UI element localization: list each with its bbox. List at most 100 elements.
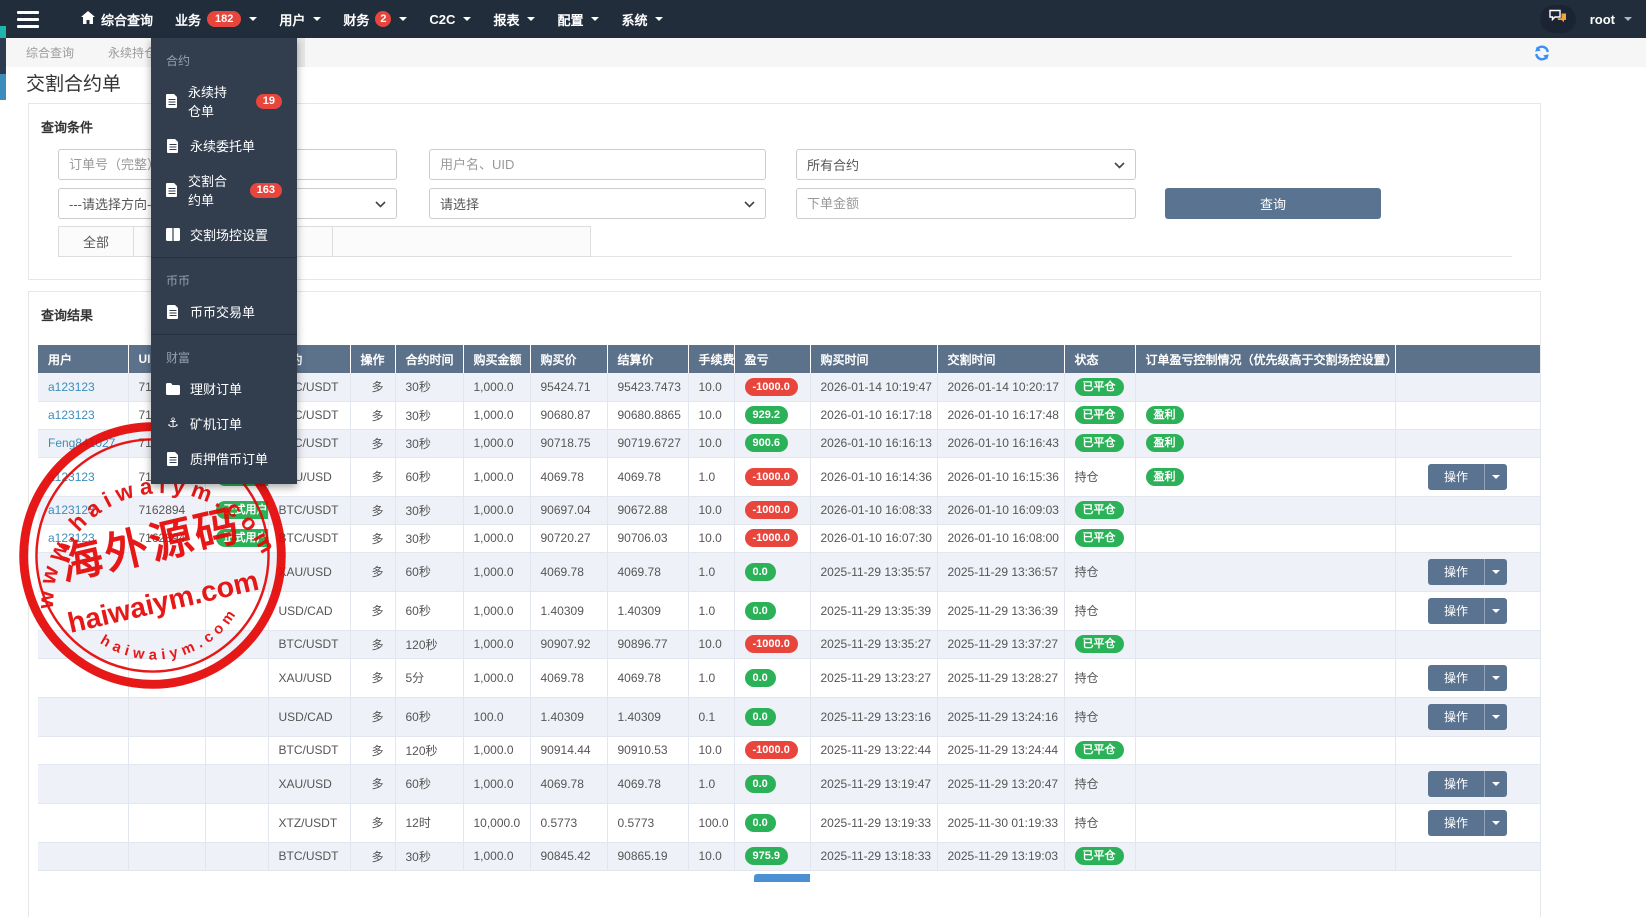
menu-item-交割场控设置[interactable]: 交割场控设置 [151,217,297,252]
cell-ops [1395,496,1540,524]
cell-pair: BTC/USDT [268,736,350,764]
user-link[interactable]: a123123 [48,503,95,517]
row-action-button[interactable]: 操作 [1428,665,1507,691]
cell-status: 持仓 [1064,591,1135,630]
chevron-down-icon[interactable] [1484,771,1507,797]
cell-period: 60秒 [395,457,463,496]
menu-item-理财订单[interactable]: 理财订单 [151,371,297,406]
cell-dir: 多 [350,457,395,496]
cell-amount: 1,000.0 [463,429,530,457]
cell-buy_time: 2026-01-10 16:08:33 [810,496,937,524]
cell-user [38,552,128,591]
row-action-label: 操作 [1428,464,1484,490]
user-link[interactable]: a123123 [48,531,95,545]
menu-item-币币交易单[interactable]: 币币交易单 [151,294,297,329]
cell-ops [1395,373,1540,401]
cell-fee: 10.0 [688,373,734,401]
cell-settle_time: 2026-01-10 16:16:43 [937,429,1064,457]
cell-period [395,870,463,917]
nav-item-系统[interactable]: 系统 [610,0,674,38]
cell-uid [128,658,205,697]
chevron-down-icon[interactable] [1484,704,1507,730]
menu-item-永续委托单[interactable]: 永续委托单 [151,128,297,163]
nav-item-C2C[interactable]: C2C [418,0,482,38]
chevron-down-icon[interactable] [1484,810,1507,836]
contract-select[interactable]: 所有合约 [796,149,1136,180]
nav-item-财务[interactable]: 财务2 [332,0,418,38]
cell-buy_time: 2026-01-14 10:19:47 [810,373,937,401]
file-icon [166,139,180,153]
menu-item-label: 永续委托单 [190,136,255,155]
cell-status: 已平仓 [1064,429,1135,457]
cell-buy: 90845.42 [530,842,607,870]
nav-item-综合查询[interactable]: 综合查询 [70,0,164,38]
cell-status: 已平仓 [1064,524,1135,552]
refresh-icon[interactable] [1533,44,1551,62]
cell-uid [128,764,205,803]
user-menu[interactable]: root [1590,12,1632,27]
nav-item-业务[interactable]: 业务182 [164,0,268,38]
cell-settle: 4069.78 [607,552,688,591]
breadcrumb-tab-综合查询[interactable]: 综合查询 [26,38,74,67]
user-input[interactable] [429,149,766,180]
pnl-badge: -1000.0 [745,635,798,653]
cell-pair: USD/CAD [268,697,350,736]
cell-dir: 多 [350,401,395,429]
pnl-control-badge: 盈利 [1146,406,1184,424]
menu-item-质押借币订单[interactable]: 质押借币订单 [151,441,297,476]
cell-settle: 90896.77 [607,630,688,658]
cell-user: a123123 [38,401,128,429]
chat-button[interactable] [1540,5,1576,33]
status-text: 持仓 [1075,565,1099,579]
menu-item-交割合约单[interactable]: 交割合约单163 [151,163,297,217]
filter-tab-全部[interactable]: 全部 [58,226,134,257]
row-action-button[interactable]: 操作 [1428,771,1507,797]
nav-item-label: 系统 [621,10,647,29]
user-link[interactable]: a123123 [48,470,95,484]
row-action-button[interactable]: 操作 [1428,464,1507,490]
menu-item-矿机订单[interactable]: ⚓矿机订单 [151,406,297,441]
caret-shape [1492,782,1500,786]
nav-item-报表[interactable]: 报表 [482,0,546,38]
cell-period: 60秒 [395,552,463,591]
cell-ctrl [1135,630,1395,658]
search-button[interactable]: 查询 [1165,188,1381,219]
hamburger-menu-icon[interactable] [0,0,56,38]
status-select[interactable]: 请选择 [429,188,766,219]
row-action-button[interactable]: 操作 [1428,810,1507,836]
row-action-button[interactable]: 操作 [1428,598,1507,624]
col-header-结算价: 结算价 [607,345,688,373]
menu-item-label: 理财订单 [190,379,242,398]
nav-item-用户[interactable]: 用户 [268,0,332,38]
col-header-订单盈亏控制情况（优先级高于交割场控设置）: 订单盈亏控制情况（优先级高于交割场控设置） [1135,345,1395,373]
menu-item-永续持仓单[interactable]: 永续持仓单19 [151,74,297,128]
chevron-down-icon[interactable] [1484,559,1507,585]
cell-settle_time: 2025-11-29 13:19:03 [937,842,1064,870]
direction-select-value: ---请选择方向--- [69,194,160,213]
cell-settle_time: 2026-01-10 16:09:03 [937,496,1064,524]
nav-item-配置[interactable]: 配置 [546,0,610,38]
col-header-actions [1395,345,1540,373]
amount-input[interactable] [796,188,1136,219]
cell-amount: 1,000.0 [463,591,530,630]
cell-pnl: -1000.0 [734,524,810,552]
status-badge: 已平仓 [1075,847,1124,865]
chevron-down-icon[interactable] [1484,464,1507,490]
chevron-down-icon[interactable] [1484,598,1507,624]
chevron-down-icon [375,196,386,211]
cell-user [38,736,128,764]
row-action-button[interactable]: 操作 [1428,559,1507,585]
anchor-icon: ⚓ [166,416,180,431]
cell-buy_time: 2025-11-29 13:23:16 [810,697,937,736]
chevron-down-icon[interactable] [1484,665,1507,691]
cell-pnl: -1000.0 [734,457,810,496]
cell-amount: 1,000.0 [463,496,530,524]
pnl-badge: -1000.0 [745,741,798,759]
user-link[interactable]: Feng841027 [48,436,115,450]
chevron-down-icon [744,196,755,211]
user-link[interactable]: a123123 [48,380,95,394]
user-link[interactable]: a123123 [48,408,95,422]
filter-tab-segment-2[interactable] [333,226,591,257]
cell-fee: 10.0 [688,401,734,429]
row-action-button[interactable]: 操作 [1428,704,1507,730]
